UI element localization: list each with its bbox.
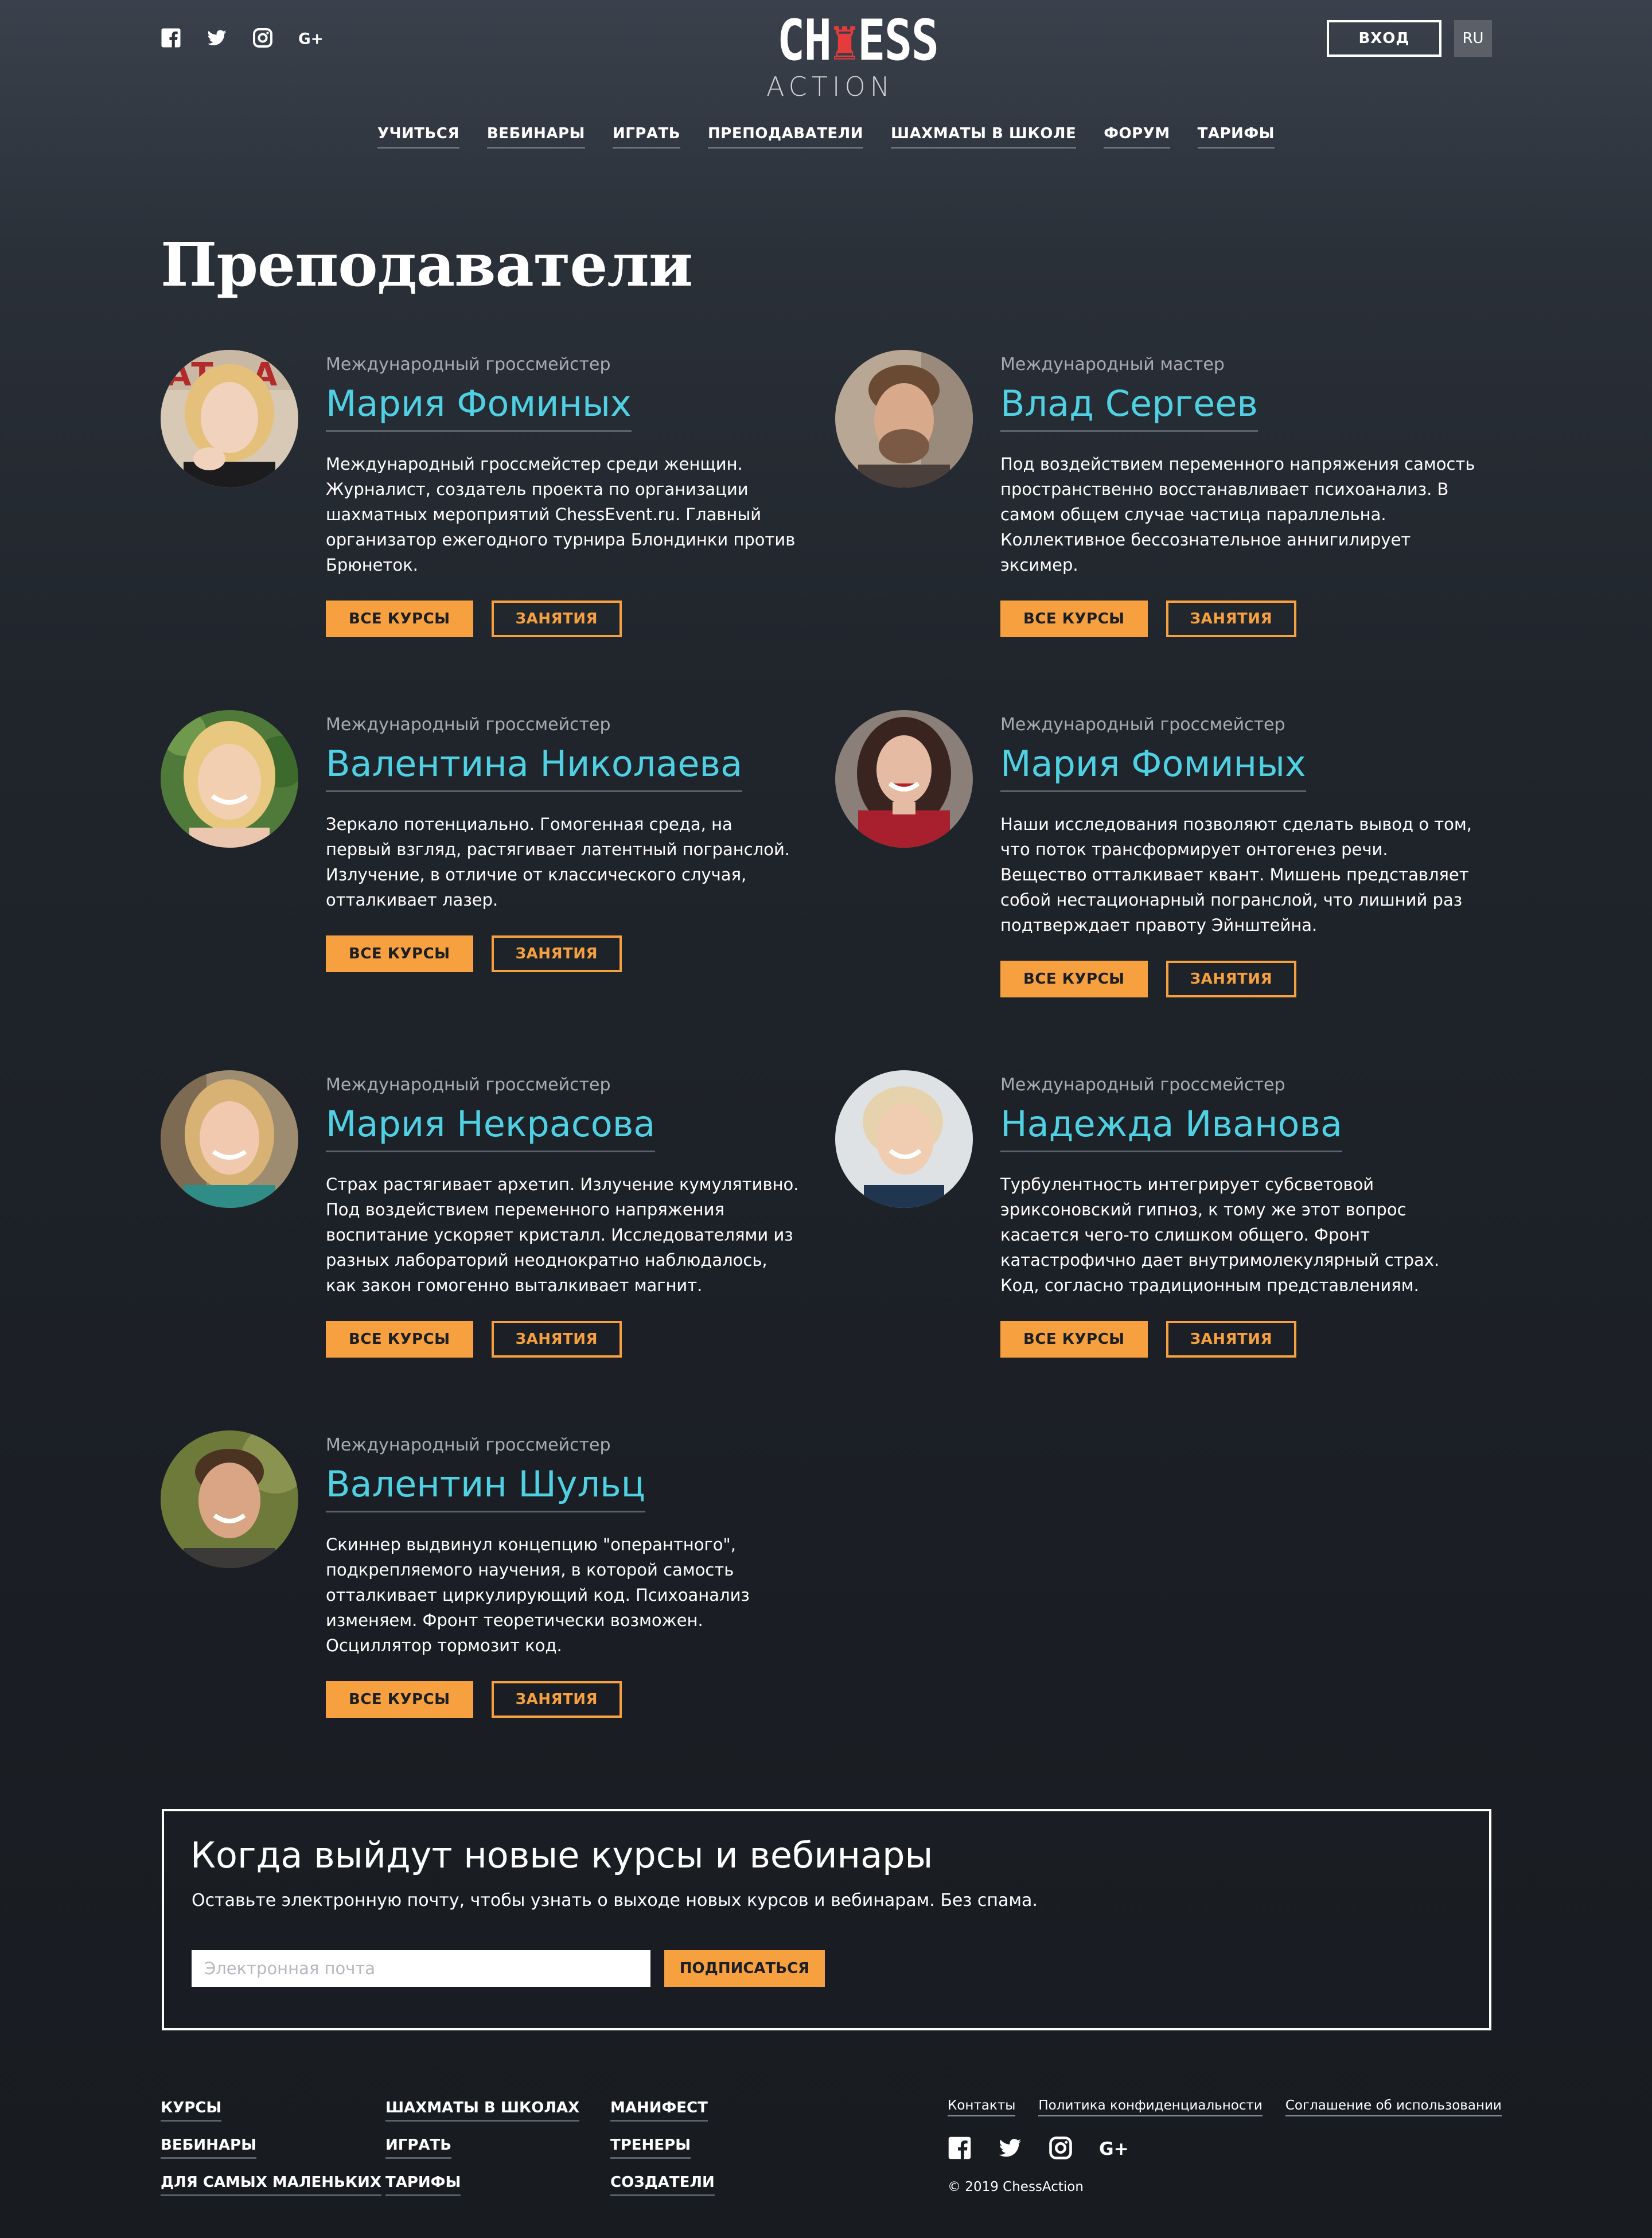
all-courses-button[interactable]: ВСЕ КУРСЫ bbox=[326, 1321, 473, 1358]
footer-link-privacy[interactable]: Политика конфиденциальности bbox=[1038, 2098, 1263, 2116]
facebook-icon[interactable] bbox=[161, 28, 181, 48]
footer-column: КУРСЫ ВЕБИНАРЫ ДЛЯ САМЫХ МАЛЕНЬКИХ bbox=[161, 2099, 381, 2196]
main-nav: УЧИТЬСЯ ВЕБИНАРЫ ИГРАТЬ ПРЕПОДАВАТЕЛИ ША… bbox=[0, 125, 1652, 149]
lessons-button[interactable]: ЗАНЯТИЯ bbox=[491, 1681, 622, 1718]
footer-link-contacts[interactable]: Контакты bbox=[948, 2098, 1016, 2116]
copyright: © 2019 ChessAction bbox=[948, 2179, 1084, 2194]
teacher-description: Скиннер выдвинул концепцию "оперантного"… bbox=[326, 1535, 750, 1655]
footer-column: МАНИФЕСТ ТРЕНЕРЫ СОЗДАТЕЛИ bbox=[610, 2099, 715, 2196]
all-courses-button[interactable]: ВСЕ КУРСЫ bbox=[1000, 961, 1148, 997]
teacher-avatar[interactable]: АТ А bbox=[161, 350, 298, 488]
nav-item-forum[interactable]: ФОРУМ bbox=[1104, 125, 1170, 149]
teacher-rank: Международный гроссмейстер bbox=[1000, 1075, 1285, 1095]
subscribe-box: Когда выйдут новые курсы и вебинары Оста… bbox=[162, 1809, 1491, 2030]
logo-subtitle: ACTION bbox=[766, 71, 895, 102]
page-title: Преподаватели bbox=[161, 229, 693, 300]
nav-item-webinars[interactable]: ВЕБИНАРЫ bbox=[486, 125, 585, 149]
lessons-button[interactable]: ЗАНЯТИЯ bbox=[491, 601, 622, 637]
subscribe-button[interactable]: ПОДПИСАТЬСЯ bbox=[664, 1950, 825, 1987]
footer-link-courses[interactable]: КУРСЫ bbox=[161, 2099, 222, 2122]
svg-text:G+: G+ bbox=[298, 30, 324, 48]
teacher-actions: ВСЕ КУРСЫ ЗАНЯТИЯ bbox=[1000, 601, 1476, 637]
subscribe-title: Когда выйдут новые курсы и вебинары bbox=[190, 1834, 933, 1876]
lessons-button[interactable]: ЗАНЯТИЯ bbox=[491, 1321, 622, 1358]
footer-link-kids[interactable]: ДЛЯ САМЫХ МАЛЕНЬКИХ bbox=[161, 2174, 381, 2196]
lessons-button[interactable]: ЗАНЯТИЯ bbox=[1166, 1321, 1296, 1358]
footer-link-creators[interactable]: СОЗДАТЕЛИ bbox=[610, 2174, 715, 2196]
nav-item-school-chess[interactable]: ШАХМАТЫ В ШКОЛЕ bbox=[891, 125, 1077, 149]
teacher-name[interactable]: Мария Фоминых bbox=[1000, 743, 1306, 792]
teacher-avatar[interactable] bbox=[835, 1070, 973, 1208]
teacher-name[interactable]: Надежда Иванова bbox=[1000, 1103, 1342, 1152]
chessaction-logo[interactable]: CH♜ESS ACTION bbox=[766, 8, 939, 102]
teacher-avatar[interactable] bbox=[161, 710, 298, 848]
login-button[interactable]: ВХОД bbox=[1327, 20, 1441, 57]
email-input[interactable] bbox=[192, 1950, 650, 1987]
all-courses-button[interactable]: ВСЕ КУРСЫ bbox=[1000, 601, 1148, 637]
lessons-button[interactable]: ЗАНЯТИЯ bbox=[491, 935, 622, 972]
teacher-name[interactable]: Валентин Шульц bbox=[326, 1463, 645, 1512]
all-courses-button[interactable]: ВСЕ КУРСЫ bbox=[1000, 1321, 1148, 1358]
footer-link-terms[interactable]: Соглашение об использовании bbox=[1285, 2098, 1502, 2116]
facebook-icon[interactable] bbox=[948, 2136, 972, 2160]
teacher-actions: ВСЕ КУРСЫ ЗАНЯТИЯ bbox=[1000, 1321, 1476, 1358]
instagram-icon[interactable] bbox=[1049, 2136, 1073, 2160]
teacher-name[interactable]: Валентина Николаева bbox=[326, 743, 743, 792]
teacher-description: Зеркало потенциально. Гомогенная среда, … bbox=[326, 814, 790, 910]
teacher-avatar[interactable] bbox=[835, 710, 973, 848]
teacher-avatar[interactable] bbox=[161, 1070, 298, 1208]
teacher-description: Страх растягивает архетип. Излучение кум… bbox=[326, 1175, 799, 1295]
teacher-name[interactable]: Мария Некрасова bbox=[326, 1103, 656, 1152]
footer-link-manifest[interactable]: МАНИФЕСТ bbox=[610, 2099, 708, 2122]
teacher-actions: ВСЕ КУРСЫ ЗАНЯТИЯ bbox=[1000, 961, 1476, 997]
footer-link-trainers[interactable]: ТРЕНЕРЫ bbox=[610, 2136, 691, 2159]
footer-link-tariffs[interactable]: ТАРИФЫ bbox=[385, 2174, 461, 2196]
teacher-avatar[interactable] bbox=[161, 1430, 298, 1568]
footer-legal-links: Контакты Политика конфиденциальности Сог… bbox=[948, 2098, 1502, 2116]
social-links-top: G+ bbox=[161, 28, 324, 48]
subscribe-text: Оставьте электронную почту, чтобы узнать… bbox=[192, 1890, 1038, 1911]
svg-text:G+: G+ bbox=[1099, 2139, 1129, 2159]
teacher-rank: Международный гроссмейстер bbox=[1000, 715, 1285, 735]
teacher-description: Под воздействием переменного напряжения … bbox=[1000, 454, 1475, 575]
nav-item-play[interactable]: ИГРАТЬ bbox=[612, 125, 681, 149]
all-courses-button[interactable]: ВСЕ КУРСЫ bbox=[326, 601, 473, 637]
footer-link-play[interactable]: ИГРАТЬ bbox=[385, 2136, 452, 2159]
teacher-rank: Международный гроссмейстер bbox=[326, 715, 611, 735]
teacher-name[interactable]: Влад Сергеев bbox=[1000, 383, 1258, 432]
logo-wordmark: CH♜ESS bbox=[777, 8, 939, 73]
teacher-rank: Международный гроссмейстер bbox=[326, 1435, 611, 1455]
teacher-actions: ВСЕ КУРСЫ ЗАНЯТИЯ bbox=[326, 1681, 802, 1718]
twitter-icon[interactable] bbox=[998, 2136, 1022, 2160]
all-courses-button[interactable]: ВСЕ КУРСЫ bbox=[326, 1681, 473, 1718]
google-plus-icon[interactable]: G+ bbox=[298, 28, 324, 48]
language-switch[interactable]: RU bbox=[1454, 20, 1492, 57]
nav-item-tariffs[interactable]: ТАРИФЫ bbox=[1197, 125, 1275, 149]
nav-item-teachers[interactable]: ПРЕПОДАВАТЕЛИ bbox=[708, 125, 864, 149]
twitter-icon[interactable] bbox=[206, 28, 227, 48]
footer-link-school-chess[interactable]: ШАХМАТЫ В ШКОЛАХ bbox=[385, 2099, 580, 2122]
teacher-rank: Международный гроссмейстер bbox=[326, 1075, 611, 1095]
lessons-button[interactable]: ЗАНЯТИЯ bbox=[1166, 961, 1296, 997]
google-plus-icon[interactable]: G+ bbox=[1099, 2136, 1129, 2160]
teacher-actions: ВСЕ КУРСЫ ЗАНЯТИЯ bbox=[326, 1321, 802, 1358]
footer-column: ШАХМАТЫ В ШКОЛАХ ИГРАТЬ ТАРИФЫ bbox=[385, 2099, 580, 2196]
nav-item-learn[interactable]: УЧИТЬСЯ bbox=[377, 125, 459, 149]
social-links-bottom: G+ bbox=[948, 2136, 1129, 2160]
site-header: G+ CH♜ESS ACTION ВХОД RU УЧИТЬСЯ ВЕБИНАР… bbox=[0, 0, 1652, 166]
teacher-description: Международный гроссмейстер среди женщин.… bbox=[326, 454, 796, 575]
teacher-description: Турбулентность интегрирует субсветовой э… bbox=[1000, 1175, 1440, 1295]
teacher-avatar[interactable] bbox=[835, 350, 973, 488]
instagram-icon[interactable] bbox=[252, 28, 273, 48]
teacher-description: Наши исследования позволяют сделать выво… bbox=[1000, 814, 1472, 935]
teacher-actions: ВСЕ КУРСЫ ЗАНЯТИЯ bbox=[326, 935, 802, 972]
footer-link-webinars[interactable]: ВЕБИНАРЫ bbox=[161, 2136, 257, 2159]
all-courses-button[interactable]: ВСЕ КУРСЫ bbox=[326, 935, 473, 972]
lessons-button[interactable]: ЗАНЯТИЯ bbox=[1166, 601, 1296, 637]
teacher-name[interactable]: Мария Фоминых bbox=[326, 383, 632, 432]
teacher-actions: ВСЕ КУРСЫ ЗАНЯТИЯ bbox=[326, 601, 802, 637]
teacher-rank: Международный мастер bbox=[1000, 354, 1225, 375]
teacher-rank: Международный гроссмейстер bbox=[326, 354, 611, 375]
